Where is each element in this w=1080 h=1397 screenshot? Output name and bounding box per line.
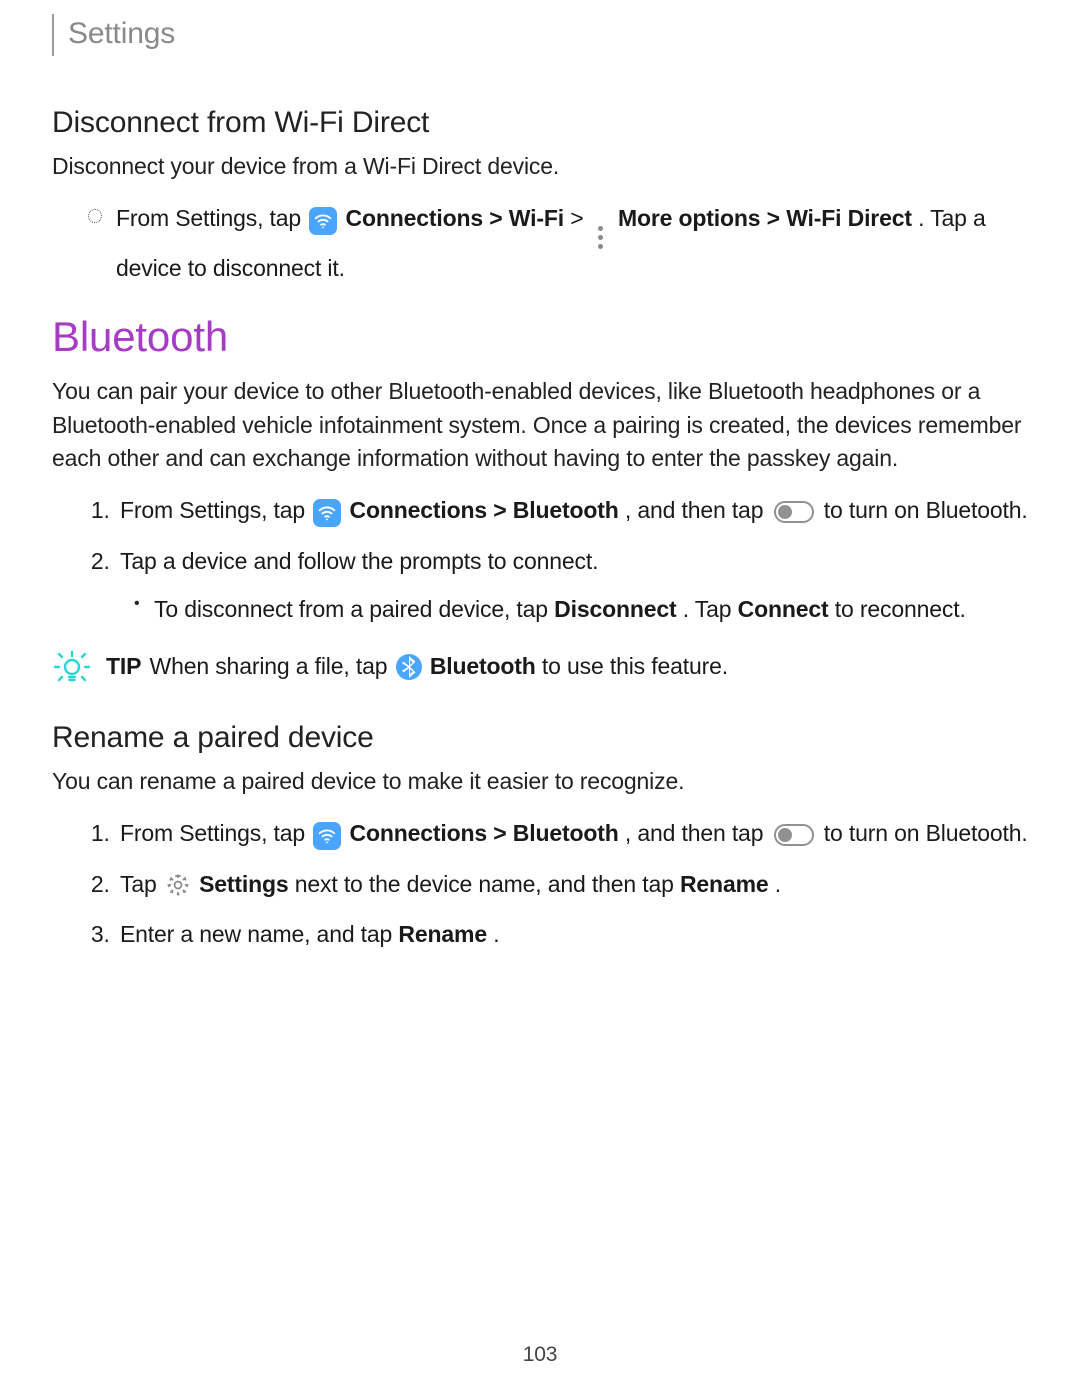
- text-fragment: Tap a device and follow the prompts to c…: [120, 548, 598, 574]
- text-fragment: to turn on Bluetooth.: [824, 820, 1028, 846]
- paragraph: You can rename a paired device to make i…: [52, 765, 1028, 798]
- text-fragment: To disconnect from a paired device, tap: [154, 596, 554, 622]
- breadcrumb-label: Settings: [68, 17, 175, 50]
- text-fragment: Tap: [120, 871, 163, 897]
- paragraph: You can pair your device to other Blueto…: [52, 375, 1028, 475]
- text-fragment: Enter a new name, and tap: [120, 921, 398, 947]
- text-bold: Connections: [350, 820, 488, 846]
- tip-label: TIP: [106, 653, 141, 679]
- more-options-icon: [593, 225, 609, 251]
- text-bold: Wi-Fi Direct: [786, 205, 912, 231]
- text-fragment: . Tap: [683, 596, 738, 622]
- text-fragment: >: [570, 205, 590, 231]
- list-item: To disconnect from a paired device, tap …: [154, 592, 1028, 627]
- text-fragment: From Settings, tap: [120, 497, 311, 523]
- list-item: From Settings, tap Connections > Wi-Fi >…: [116, 201, 1028, 285]
- gear-icon: [165, 872, 191, 898]
- text-fragment: .: [775, 871, 781, 897]
- list-item: Tap Settings next to the device name, an…: [116, 867, 1028, 902]
- list-item: Tap a device and follow the prompts to c…: [116, 544, 1028, 627]
- bluetooth-icon: [396, 654, 422, 680]
- text-bold: Disconnect: [554, 596, 676, 622]
- text-bold: Bluetooth: [513, 820, 619, 846]
- wifi-icon: [313, 822, 341, 850]
- text-fragment: to use this feature.: [542, 653, 728, 679]
- toggle-off-icon: [774, 824, 814, 846]
- text-fragment: .: [493, 921, 499, 947]
- text-bold: Rename: [680, 871, 769, 897]
- list-item: From Settings, tap Connections > Bluetoo…: [116, 493, 1028, 528]
- toggle-off-icon: [774, 501, 814, 523]
- text-bold: Settings: [199, 871, 288, 897]
- heading-bluetooth: Bluetooth: [52, 313, 1028, 361]
- page-number: 103: [0, 1343, 1080, 1367]
- text-fragment: next to the device name, and then tap: [295, 871, 680, 897]
- tip-callout: TIP When sharing a file, tap Bluetooth t…: [52, 647, 1028, 687]
- text-bold: >: [489, 205, 509, 231]
- heading-disconnect-wifi-direct: Disconnect from Wi-Fi Direct: [52, 106, 1028, 140]
- text-bold: Connections: [346, 205, 484, 231]
- text-bold: Wi-Fi: [509, 205, 564, 231]
- text-fragment: From Settings, tap: [120, 820, 311, 846]
- text-bold: Bluetooth: [513, 497, 619, 523]
- wifi-icon: [309, 207, 337, 235]
- text-fragment: , and then tap: [625, 497, 770, 523]
- text-bold: Rename: [398, 921, 487, 947]
- paragraph: Disconnect your device from a Wi-Fi Dire…: [52, 150, 1028, 183]
- hollow-bullet-icon: [88, 209, 102, 223]
- text-bold: Bluetooth: [430, 653, 536, 679]
- lightbulb-icon: [52, 647, 92, 687]
- wifi-icon: [313, 499, 341, 527]
- heading-rename-paired: Rename a paired device: [52, 721, 1028, 755]
- text-bold: >: [493, 497, 513, 523]
- list-item: Enter a new name, and tap Rename .: [116, 917, 1028, 952]
- text-fragment: When sharing a file, tap: [150, 653, 394, 679]
- text-bold: >: [767, 205, 787, 231]
- text-fragment: From Settings, tap: [116, 205, 307, 231]
- breadcrumb: Settings: [52, 14, 1028, 56]
- text-fragment: to reconnect.: [835, 596, 966, 622]
- text-bold: >: [493, 820, 513, 846]
- text-bold: Connect: [738, 596, 829, 622]
- text-bold: Connections: [350, 497, 488, 523]
- text-fragment: , and then tap: [625, 820, 770, 846]
- list-item: From Settings, tap Connections > Bluetoo…: [116, 816, 1028, 851]
- text-fragment: to turn on Bluetooth.: [824, 497, 1028, 523]
- text-bold: More options: [618, 205, 760, 231]
